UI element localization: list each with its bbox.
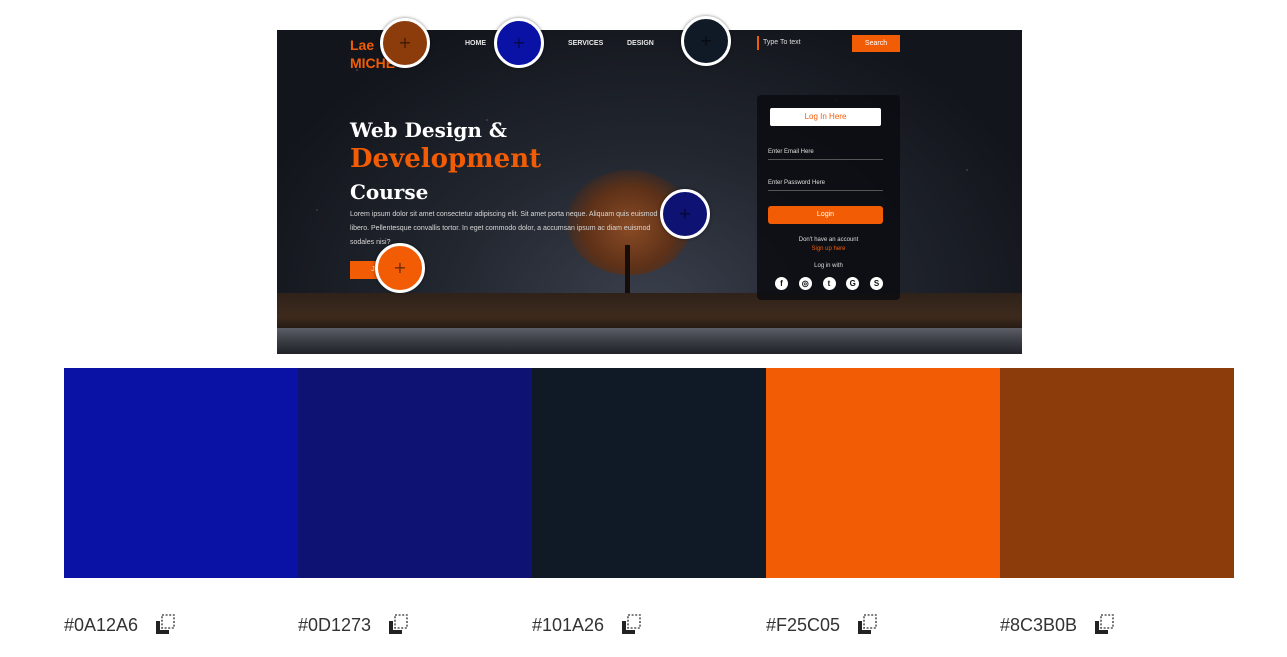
hex-code: #101A26: [532, 614, 605, 635]
website-preview-image: Lae MICHE HOME SERVICES DESIGN Type To t…: [277, 30, 1022, 354]
hero-title-line3: Course: [350, 180, 429, 204]
color-swatch[interactable]: [766, 368, 1000, 578]
color-code-item: #101A26: [532, 605, 643, 645]
twitter-icon: t: [822, 277, 836, 290]
google-icon: G: [846, 277, 860, 290]
login-title: Log In Here: [770, 108, 881, 126]
color-swatch[interactable]: [298, 368, 532, 578]
color-code-item: #0A12A6: [64, 605, 177, 645]
hex-code: #8C3B0B: [1000, 614, 1078, 635]
copy-icon[interactable]: [153, 613, 177, 637]
color-marker[interactable]: +: [375, 243, 425, 293]
copy-icon[interactable]: [386, 613, 410, 637]
password-field: Enter Password Here: [768, 176, 883, 191]
skype-icon: S: [870, 277, 883, 290]
plus-icon: +: [398, 33, 412, 52]
color-swatch[interactable]: [532, 368, 766, 578]
copy-icon[interactable]: [1092, 613, 1116, 637]
plus-icon: +: [699, 31, 713, 50]
plus-icon: +: [512, 33, 526, 52]
color-code-item: #F25C05: [766, 605, 879, 645]
color-code-item: #8C3B0B: [1000, 605, 1116, 645]
hex-code: #0D1273: [298, 614, 372, 635]
login-card: Log In Here Enter Email Here Enter Passw…: [757, 95, 900, 300]
water-reflection: [277, 328, 1022, 354]
ground-strip: [277, 293, 1022, 333]
instagram-icon: ◎: [798, 277, 812, 290]
email-field: Enter Email Here: [768, 145, 883, 160]
plus-icon: +: [678, 204, 692, 223]
color-code-item: #0D1273: [298, 605, 410, 645]
copy-icon[interactable]: [619, 613, 643, 637]
hex-code: #F25C05: [766, 614, 841, 635]
hero-title-line1: Web Design &: [350, 118, 507, 142]
hero-title-line2: Development: [350, 144, 542, 174]
login-button: Login: [768, 206, 883, 224]
signup-link: Sign up here: [811, 246, 846, 252]
site-nav-home: HOME: [465, 40, 486, 47]
color-marker[interactable]: +: [660, 189, 710, 239]
color-marker[interactable]: +: [380, 18, 430, 68]
color-palette: [64, 368, 1234, 578]
login-with-text: Log in with: [814, 263, 843, 269]
color-codes: #0A12A6 #0D1273 #101A26 #F25C05 #8C3B0B: [64, 605, 1234, 645]
facebook-icon: f: [775, 277, 788, 290]
no-account-text: Don't have an account: [798, 237, 859, 243]
copy-icon[interactable]: [855, 613, 879, 637]
hex-code: #0A12A6: [64, 614, 139, 635]
color-swatch[interactable]: [1000, 368, 1234, 578]
site-search-button: Search: [852, 35, 900, 52]
social-icons: f ◎ t G S: [775, 277, 883, 290]
color-swatch[interactable]: [64, 368, 298, 578]
site-nav-design: DESIGN: [627, 40, 654, 47]
site-nav-services: SERVICES: [568, 40, 604, 47]
color-marker[interactable]: +: [681, 16, 731, 66]
site-search-box: Type To text: [757, 36, 853, 50]
color-marker[interactable]: +: [494, 18, 544, 68]
plus-icon: +: [393, 258, 407, 277]
